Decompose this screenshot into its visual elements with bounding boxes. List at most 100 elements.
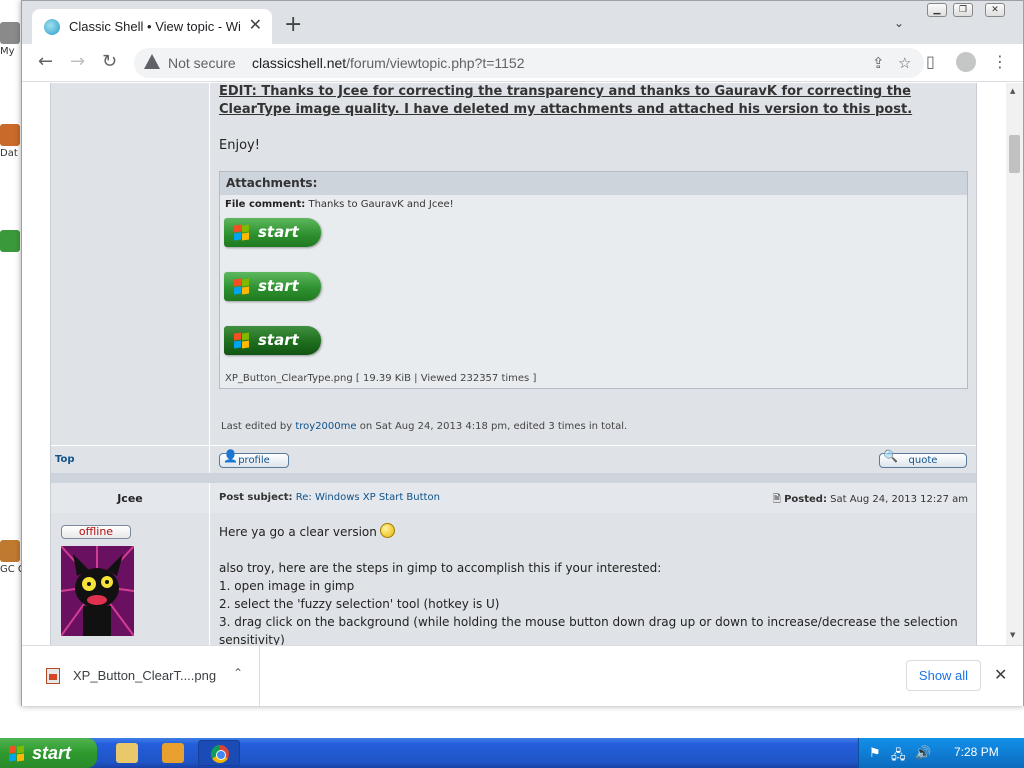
address-bar[interactable]: Not secure classicshell.net/forum/viewto… <box>134 48 924 78</box>
chrome-taskbar-button[interactable] <box>198 740 240 766</box>
share-icon[interactable]: ⇪ <box>872 54 885 72</box>
quote-icon: 🔍 <box>883 449 898 463</box>
forward-arrow-icon[interactable]: → <box>70 52 85 72</box>
browser-titlebar: Classic Shell • View topic - Windows XP … <box>22 1 1023 44</box>
post-body: Here ya go a clear version also troy, he… <box>219 523 969 645</box>
back-arrow-icon[interactable]: ← <box>38 52 53 72</box>
edit-note: EDIT: Thanks to Jcee for correcting the … <box>219 84 913 117</box>
attachment-start-button-1[interactable]: start <box>224 218 321 247</box>
post-doc-icon: 🗎 <box>772 494 781 505</box>
windows-logo-icon <box>9 745 25 762</box>
taskbar: start ⚑ 🖧 🔊 7:28 PM <box>0 738 1024 768</box>
post-text-enjoy: Enjoy! <box>219 138 260 153</box>
desktop-icon-gc[interactable]: GC GA <box>0 540 22 575</box>
minimize-button[interactable]: ▁ <box>927 3 947 17</box>
media-player-taskbar-icon[interactable] <box>162 743 184 763</box>
column-divider <box>209 513 210 645</box>
clock[interactable]: 7:28 PM <box>954 745 999 759</box>
post-subject-link[interactable]: Re: Windows XP Start Button <box>296 492 440 503</box>
black-cat-avatar-icon <box>61 546 134 636</box>
shell-favicon-icon <box>44 19 60 35</box>
warning-icon[interactable] <box>144 54 160 69</box>
post-line: 1. open image in gimp <box>219 579 355 593</box>
post-date: 🗎 Posted: Sat Aug 24, 2013 12:27 am <box>772 494 968 505</box>
chevron-up-icon[interactable]: ⌃ <box>233 666 243 680</box>
attachment-start-button-3[interactable]: start <box>224 326 321 355</box>
page-scrollbar[interactable]: ▲ ▼ <box>1006 83 1023 645</box>
post-divider <box>51 445 976 446</box>
post-line: 2. select the 'fuzzy selection' tool (ho… <box>219 597 500 611</box>
offline-status-badge: offline <box>61 525 131 539</box>
desktop-icon-app[interactable] <box>0 230 22 254</box>
last-edited-note: Last edited by troy2000me on Sat Aug 24,… <box>221 421 628 432</box>
side-panel-icon[interactable]: ▯ <box>926 52 935 71</box>
post-line <box>219 541 969 559</box>
attachments-box: Attachments: File comment: Thanks to Gau… <box>219 171 968 389</box>
smiley-icon <box>379 523 395 538</box>
bookmark-star-icon[interactable]: ☆ <box>898 54 911 72</box>
tab-close-icon[interactable]: ✕ <box>249 17 262 33</box>
file-comment-text: Thanks to GauravK and Jcee! <box>308 199 454 210</box>
avatar <box>61 546 134 636</box>
download-file-name[interactable]: XP_Button_ClearT....png <box>73 668 216 683</box>
url-host: classicshell.net <box>252 55 347 71</box>
file-meta: XP_Button_ClearType.png [ 19.39 KiB | Vi… <box>225 373 537 384</box>
new-tab-button[interactable]: + <box>284 14 302 36</box>
network-icon[interactable]: 🖧 <box>891 746 906 768</box>
last-edited-user-link[interactable]: troy2000me <box>295 421 356 432</box>
image-file-icon <box>46 668 60 684</box>
start-button[interactable]: start <box>0 738 97 768</box>
volume-icon[interactable]: 🔊 <box>915 746 931 761</box>
close-window-button[interactable]: ✕ <box>985 3 1005 17</box>
file-comment: File comment: Thanks to GauravK and Jcee… <box>225 199 454 210</box>
post-separator <box>51 473 976 483</box>
security-label[interactable]: Not secure <box>168 55 236 71</box>
browser-window: Classic Shell • View topic - Windows XP … <box>21 0 1024 706</box>
game-icon <box>0 540 20 562</box>
file-comment-label: File comment: <box>225 199 306 210</box>
menu-kebab-icon[interactable]: ⋮ <box>992 52 1008 71</box>
windows-logo-icon <box>234 278 250 295</box>
post-author[interactable]: Jcee <box>51 492 209 505</box>
post-header: Jcee Post subject: Re: Windows XP Start … <box>51 483 976 513</box>
scroll-up-icon[interactable]: ▲ <box>1010 87 1015 95</box>
post-line: 3. drag click on the background (while h… <box>219 615 958 645</box>
chrome-icon <box>211 745 229 763</box>
attachment-start-button-2[interactable]: start <box>224 272 321 301</box>
folder-taskbar-icon[interactable] <box>116 743 138 763</box>
post-line: Here ya go a clear version <box>219 523 969 541</box>
page-viewport: EDIT: Thanks to Jcee for correcting the … <box>22 83 1006 645</box>
download-bar-close-icon[interactable]: ✕ <box>994 665 1007 684</box>
url-text[interactable]: classicshell.net/forum/viewtopic.php?t=1… <box>252 55 525 71</box>
show-all-button[interactable]: Show all <box>906 660 981 691</box>
desktop-icon-dat[interactable]: Dat <box>0 124 22 159</box>
app-icon <box>0 230 20 252</box>
profile-icon: 👤 <box>223 449 238 463</box>
post-subject: Post subject: Re: Windows XP Start Butto… <box>219 492 440 503</box>
download-bar: XP_Button_ClearT....png ⌃ Show all ✕ <box>22 645 1023 706</box>
scroll-down-icon[interactable]: ▼ <box>1010 631 1015 639</box>
action-center-flag-icon[interactable]: ⚑ <box>869 746 881 761</box>
forum-topic: EDIT: Thanks to Jcee for correcting the … <box>50 83 977 645</box>
document-icon <box>0 124 20 146</box>
browser-toolbar: ← → ↻ Not secure classicshell.net/forum/… <box>22 44 1023 82</box>
post-line: also troy, here are the steps in gimp to… <box>219 561 662 575</box>
column-divider <box>209 83 210 473</box>
reload-icon[interactable]: ↻ <box>102 52 117 72</box>
tab-title: Classic Shell • View topic - Windows XP … <box>69 19 241 34</box>
top-link[interactable]: Top <box>55 454 75 465</box>
profile-avatar-icon[interactable] <box>956 52 976 72</box>
windows-logo-icon <box>234 224 250 241</box>
folder-icon <box>0 22 20 44</box>
scroll-thumb[interactable] <box>1009 135 1020 173</box>
tab-classic-shell[interactable]: Classic Shell • View topic - Windows XP … <box>32 9 272 44</box>
quote-button[interactable]: 🔍 quote <box>879 449 967 468</box>
attachments-heading: Attachments: <box>220 172 967 195</box>
system-tray: ⚑ 🖧 🔊 7:28 PM <box>858 738 1024 768</box>
download-item[interactable]: XP_Button_ClearT....png ⌃ <box>22 646 260 706</box>
maximize-button[interactable]: ❐ <box>953 3 973 17</box>
profile-button[interactable]: 👤 profile <box>219 449 289 468</box>
url-path: /forum/viewtopic.php?t=1152 <box>346 55 525 71</box>
tab-search-chevron-icon[interactable]: ⌄ <box>894 16 904 30</box>
desktop-icon-my[interactable]: My <box>0 22 22 57</box>
